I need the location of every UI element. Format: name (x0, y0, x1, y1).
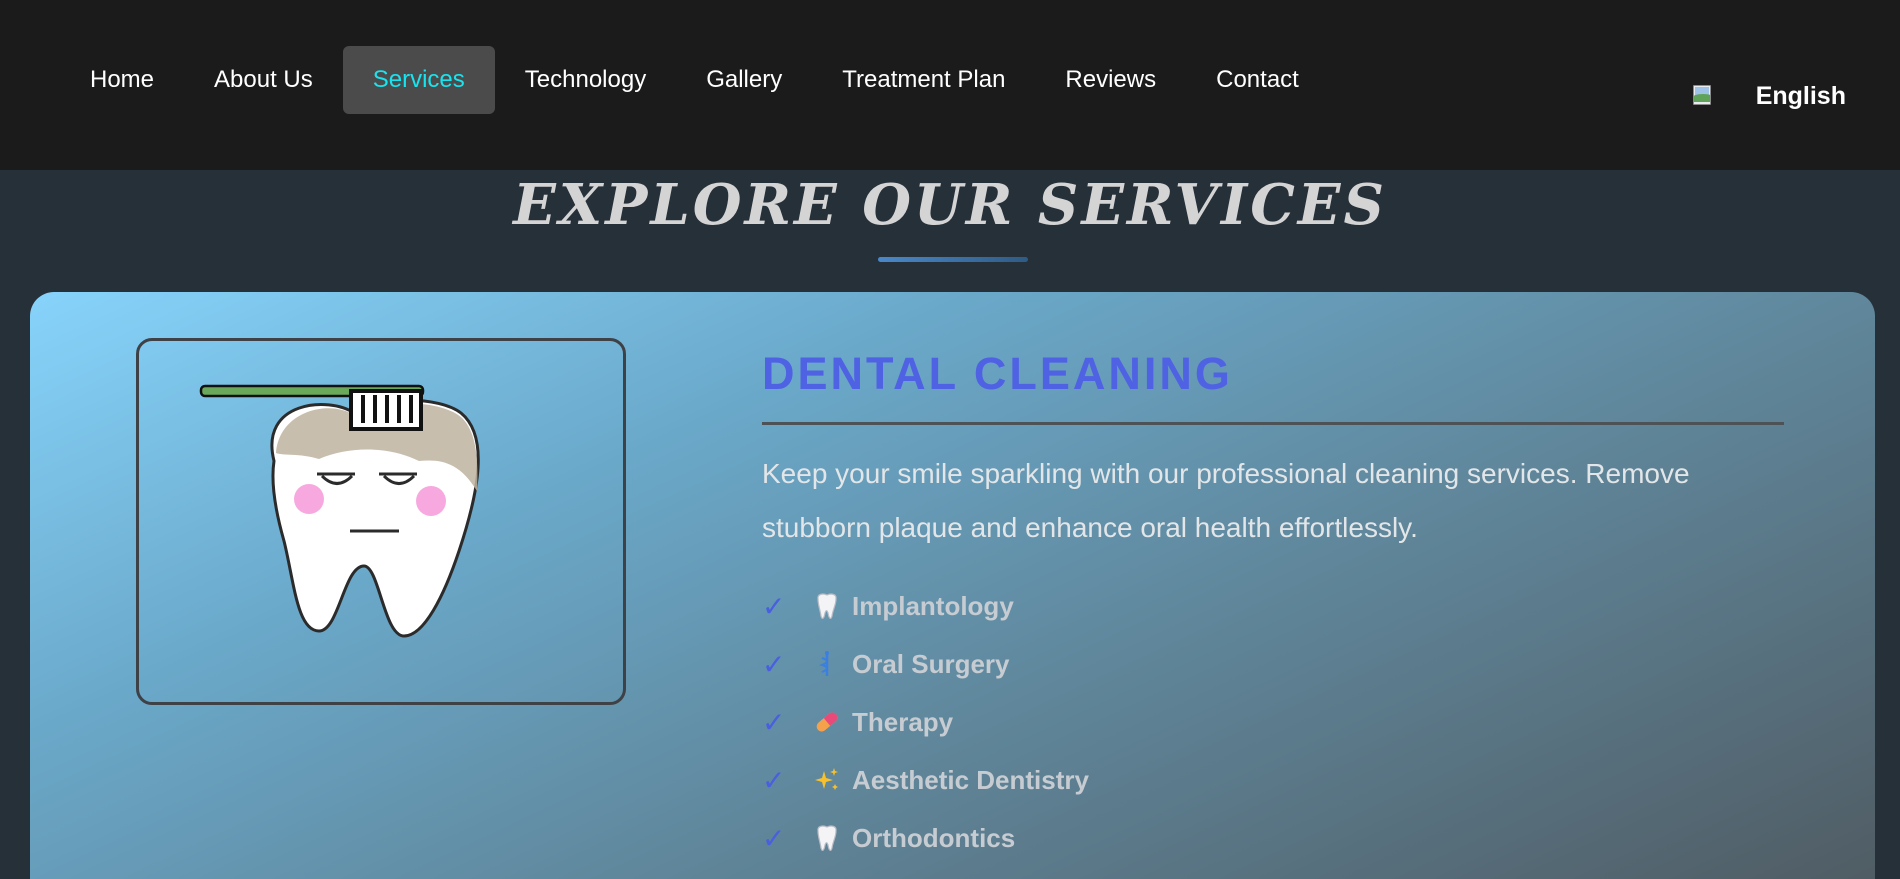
feature-label: Oral Surgery (852, 648, 1010, 679)
nav-item-treatment-plan[interactable]: Treatment Plan (812, 46, 1035, 114)
check-icon: ✓ (762, 590, 786, 622)
check-icon: ✓ (762, 648, 786, 680)
check-icon: ✓ (762, 822, 786, 854)
title-divider (762, 422, 1784, 425)
sparkles-icon (812, 765, 848, 795)
language-label: English (1755, 82, 1846, 110)
list-item: ✓ Implantology (762, 577, 1782, 635)
check-icon: ✓ (762, 706, 786, 738)
nav-menu: Home About Us Services Technology Galler… (60, 46, 1329, 114)
nav-item-technology[interactable]: Technology (495, 46, 676, 114)
nav-item-home[interactable]: Home (60, 46, 184, 114)
pill-icon (812, 707, 848, 737)
check-icon: ✓ (762, 764, 786, 796)
service-title: DENTAL CLEANING (762, 348, 1233, 399)
title-underline (878, 257, 1028, 262)
tooth-icon (812, 591, 848, 621)
language-selector[interactable]: English (1692, 82, 1846, 111)
feature-list: ✓ Implantology ✓ Oral Surgery ✓ Therapy (762, 577, 1782, 867)
feature-label: Implantology (852, 590, 1014, 621)
service-card: DENTAL CLEANING Keep your smile sparklin… (30, 292, 1875, 879)
feature-label: Aesthetic Dentistry (852, 764, 1089, 795)
list-item: ✓ Orthodontics (762, 809, 1782, 867)
tooth-icon (812, 823, 848, 853)
tooth-with-toothbrush-illustration (199, 384, 480, 638)
service-content: DENTAL CLEANING Keep your smile sparklin… (762, 344, 1784, 867)
top-navbar: Home About Us Services Technology Galler… (0, 0, 1900, 170)
section-title: EXPLORE OUR SERVICES (513, 172, 1387, 238)
nav-item-reviews[interactable]: Reviews (1035, 46, 1186, 114)
nav-item-gallery[interactable]: Gallery (676, 46, 812, 114)
nav-item-services[interactable]: Services (342, 46, 495, 114)
nav-item-contact[interactable]: Contact (1186, 46, 1329, 114)
list-item: ✓ Aesthetic Dentistry (762, 751, 1782, 809)
list-item: ✓ Therapy (762, 693, 1782, 751)
service-image (136, 338, 626, 705)
feature-label: Orthodontics (852, 822, 1016, 853)
feature-label: Therapy (852, 706, 954, 737)
list-item: ✓ Oral Surgery (762, 635, 1782, 693)
broken-image-icon (1692, 84, 1718, 110)
medical-staff-icon (812, 649, 848, 679)
nav-item-about-us[interactable]: About Us (184, 46, 343, 114)
service-description: Keep your smile sparkling with our profe… (762, 458, 1690, 543)
